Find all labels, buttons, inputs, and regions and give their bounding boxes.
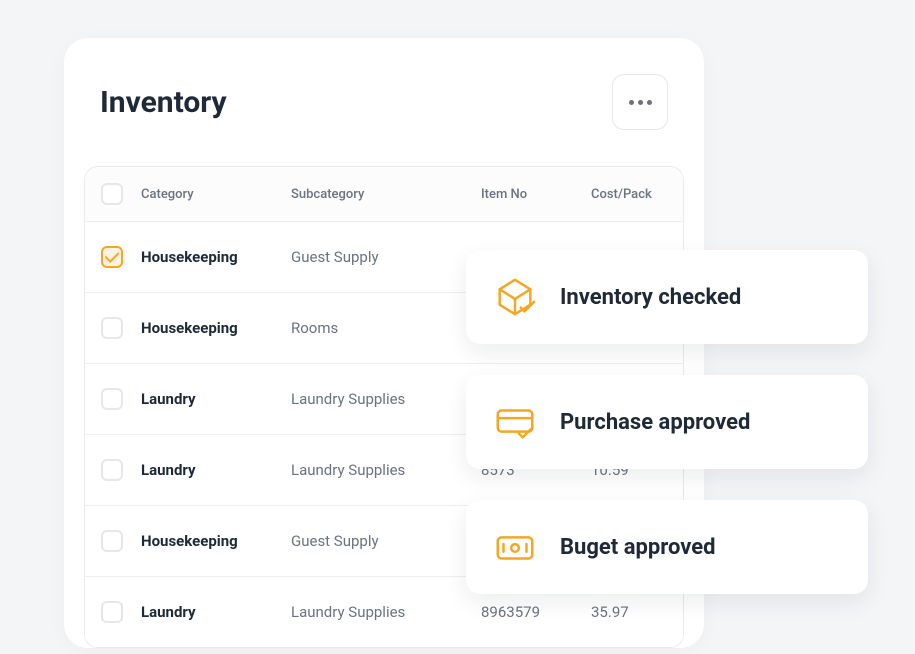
cell-cost: 35.97 [591,603,681,621]
row-checkbox[interactable] [101,601,123,623]
card-header: Inventory [64,74,704,154]
notification-budget-approved[interactable]: Buget approved [466,500,868,594]
cell-category: Laundry [141,390,291,408]
select-all-checkbox[interactable] [101,183,123,205]
card-check-icon [492,399,538,445]
cell-subcategory: Laundry Supplies [291,461,481,479]
row-checkbox[interactable] [101,530,123,552]
column-header-subcategory[interactable]: Subcategory [291,187,481,202]
dot-icon [638,100,643,105]
column-header-cost[interactable]: Cost/Pack [591,187,681,202]
cell-subcategory: Guest Supply [291,248,481,266]
cell-subcategory: Laundry Supplies [291,603,481,621]
cell-category: Laundry [141,603,291,621]
column-header-item-no[interactable]: Item No [481,187,591,202]
column-header-category[interactable]: Category [141,187,291,202]
money-icon [492,524,538,570]
cell-subcategory: Laundry Supplies [291,390,481,408]
row-checkbox[interactable] [101,317,123,339]
cell-category: Housekeeping [141,319,291,337]
box-check-icon [492,274,538,320]
notification-label: Purchase approved [560,410,750,435]
notification-inventory-checked[interactable]: Inventory checked [466,250,868,344]
dot-icon [629,100,634,105]
table-header: Category Subcategory Item No Cost/Pack [85,167,683,222]
row-checkbox[interactable] [101,246,123,268]
cell-subcategory: Rooms [291,319,481,337]
cell-category: Housekeeping [141,248,291,266]
notification-purchase-approved[interactable]: Purchase approved [466,375,868,469]
notification-label: Inventory checked [560,285,741,310]
page-title: Inventory [100,85,227,120]
row-checkbox[interactable] [101,459,123,481]
cell-subcategory: Guest Supply [291,532,481,550]
row-checkbox[interactable] [101,388,123,410]
notification-label: Buget approved [560,535,716,560]
dot-icon [647,100,652,105]
cell-category: Laundry [141,461,291,479]
more-actions-button[interactable] [612,74,668,130]
cell-category: Housekeeping [141,532,291,550]
cell-item-no: 8963579 [481,603,591,621]
